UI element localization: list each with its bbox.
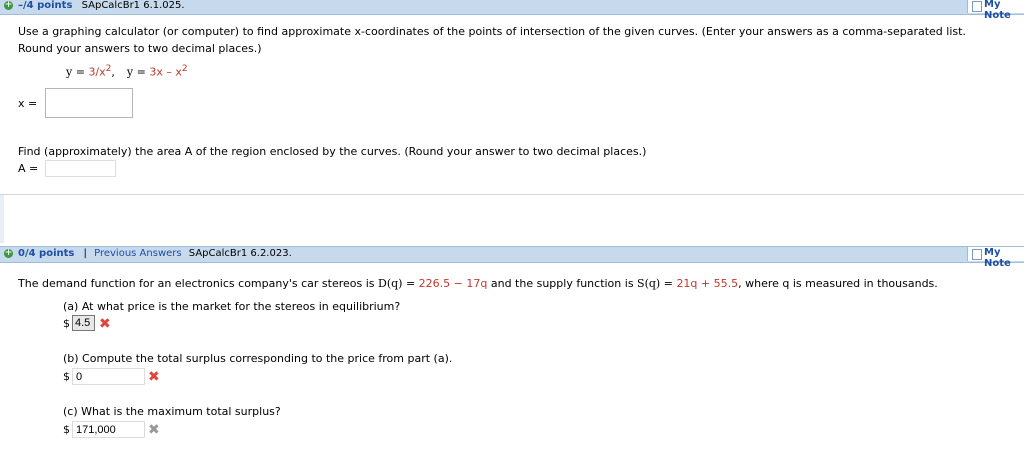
area-prompt: Find (approximately) the area A of the r…	[18, 145, 647, 158]
wrong-answer-icon: ✖	[148, 369, 160, 385]
eq2-exp: 2	[181, 64, 188, 74]
q1-prompt-line1: Use a graphing calculator (or computer) …	[18, 25, 966, 38]
part-b-answer-input[interactable]	[72, 368, 145, 385]
eq1-rhs: 3/x	[88, 65, 106, 79]
q1-question-id: SApCalcBr1 6.1.025.	[81, 0, 185, 11]
wrong-answer-icon-grey: ✖	[148, 422, 160, 438]
part-a-currency: $	[63, 317, 70, 330]
part-a-answer-input[interactable]	[72, 315, 95, 331]
previous-answers-link[interactable]: Previous Answers	[94, 248, 181, 259]
part-c-answer-input[interactable]	[72, 421, 145, 438]
part-a-question: (a) At what price is the market for the …	[63, 300, 401, 313]
q2-intro: The demand function for an electronics c…	[18, 277, 938, 290]
notes-checkbox-icon[interactable]	[972, 1, 982, 12]
eq2-rhs: 3x – x	[149, 65, 182, 79]
q1-points: –/4 points	[18, 0, 73, 11]
wrong-answer-icon: ✖	[99, 316, 111, 332]
x-answer-input[interactable]	[45, 88, 133, 118]
q2-header: + 0/4 points | Previous Answers SApCalcB…	[0, 246, 1024, 269]
eq-sep: ,	[111, 65, 115, 79]
part-c-question: (c) What is the maximum total surplus?	[63, 405, 281, 418]
demand-expr: 226.5 − 17q	[418, 277, 488, 290]
q2-separator: |	[83, 248, 87, 259]
expand-icon[interactable]: +	[4, 1, 13, 10]
expand-icon[interactable]: +	[4, 249, 13, 258]
spacer	[0, 195, 1024, 243]
q1-my-notes[interactable]: My Note	[967, 0, 1024, 21]
part-b-currency: $	[63, 370, 70, 383]
a-label: A =	[18, 162, 39, 175]
supply-expr: 21q + 55.5	[676, 277, 739, 290]
demand-fn: D(q)	[378, 277, 403, 290]
my-notes-label: My Note	[984, 247, 1011, 269]
q1-prompt-line2: Round your answers to two decimal places…	[18, 42, 262, 55]
q1-header: + –/4 points SApCalcBr1 6.1.025. My Note	[0, 0, 1024, 21]
q2-my-notes[interactable]: My Note	[967, 247, 1024, 269]
eq2-lhs: y =	[126, 65, 150, 79]
area-answer-input[interactable]	[45, 160, 116, 177]
q1-equations: y = 3/x2, y = 3x – x2	[66, 64, 188, 79]
my-notes-label: My Note	[984, 0, 1011, 21]
part-c-currency: $	[63, 423, 70, 436]
eq1-lhs: y =	[66, 65, 89, 79]
notes-checkbox-icon[interactable]	[972, 249, 982, 260]
q2-points: 0/4 points	[18, 248, 75, 259]
q2-question-id: SApCalcBr1 6.2.023.	[188, 248, 292, 259]
supply-fn: S(q)	[637, 277, 661, 290]
part-b-question: (b) Compute the total surplus correspond…	[63, 352, 453, 365]
x-label: x =	[18, 97, 38, 110]
